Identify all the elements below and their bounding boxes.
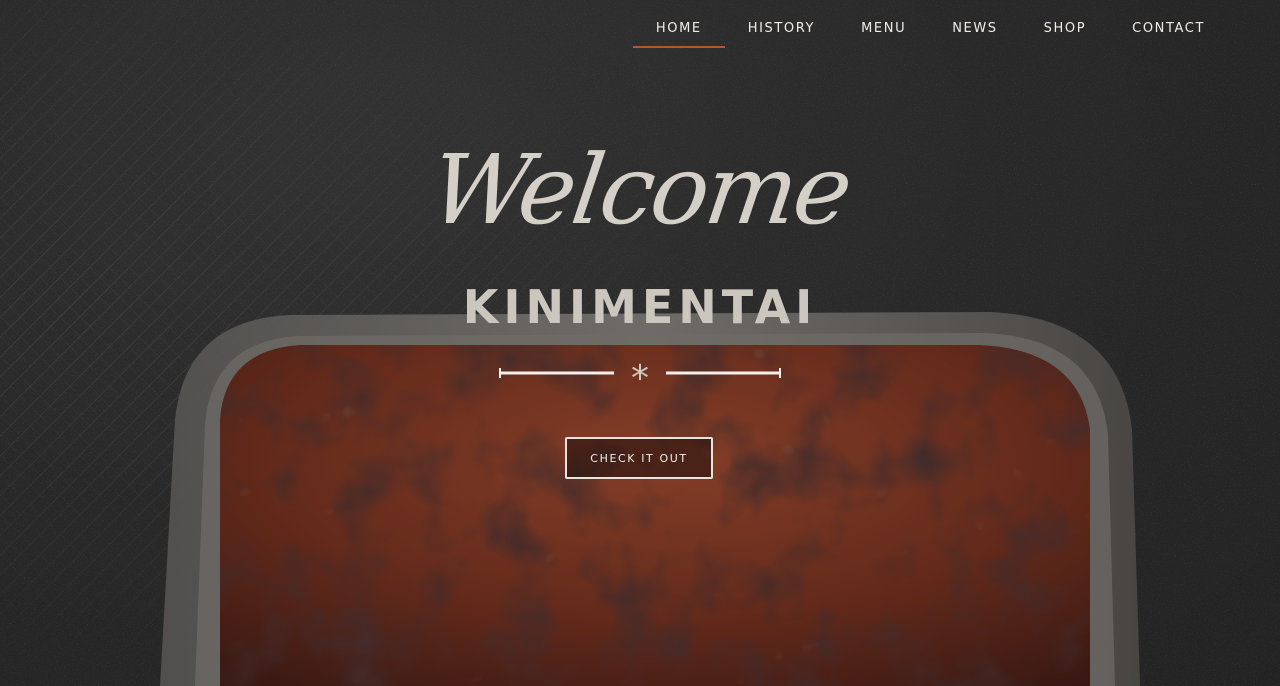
nav-item-contact[interactable]: CONTACT xyxy=(1109,0,1228,56)
nav-item-home[interactable]: HOME xyxy=(632,0,725,56)
main-nav: HOME HISTORY MENU NEWS SHOP CONTACT xyxy=(632,0,1280,56)
divider-asterisk: * xyxy=(631,358,649,390)
nav-item-menu[interactable]: MENU xyxy=(838,0,929,56)
nav-item-shop[interactable]: SHOP xyxy=(1021,0,1110,56)
food-tray-image xyxy=(0,0,1280,686)
nav-item-history[interactable]: HISTORY xyxy=(725,0,838,56)
brand-title: KINIMENTAI xyxy=(462,280,818,334)
nav-item-news[interactable]: NEWS xyxy=(929,0,1020,56)
ornament-divider: * xyxy=(499,358,781,390)
hero-section: HOME HISTORY MENU NEWS SHOP CONTACT Welc… xyxy=(0,0,1280,686)
check-it-out-button[interactable]: CHECK IT OUT xyxy=(565,437,713,479)
welcome-heading: Welcome xyxy=(423,134,857,246)
